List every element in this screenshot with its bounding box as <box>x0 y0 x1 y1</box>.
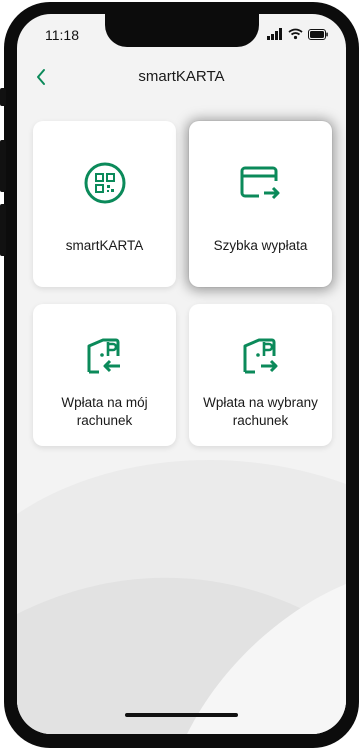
tile-wplata-na-moj-rachunek[interactable]: Wpłata na mój rachunek <box>33 304 176 446</box>
signal-icon <box>267 28 282 40</box>
status-icons <box>267 27 328 41</box>
wifi-icon <box>288 28 303 40</box>
side-button <box>0 88 6 106</box>
tile-label: smartKARTA <box>65 238 144 253</box>
side-button <box>0 140 6 192</box>
status-time: 11:18 <box>45 27 79 43</box>
atm-deposit-own-icon <box>87 338 120 374</box>
app-screen: 11:18 smartKARTA smartKARTA Szybka wypła… <box>17 14 346 734</box>
tile-wplata-na-wybrany-rachunek[interactable]: Wpłata na wybrany rachunek <box>189 304 332 446</box>
phone-notch <box>105 14 259 47</box>
tile-label: Szybka wypłata <box>213 238 308 253</box>
page-title: smartKARTA <box>138 68 225 85</box>
tile-smartkarta[interactable]: smartKARTA <box>33 121 176 287</box>
home-indicator[interactable] <box>125 713 238 717</box>
card-withdraw-icon <box>240 166 279 200</box>
tile-szybka-wyplata[interactable]: Szybka wypłata <box>189 121 332 287</box>
atm-deposit-other-icon <box>243 338 277 374</box>
header: smartKARTA <box>17 58 346 98</box>
tile-label: Wpłata na mój rachunek <box>61 395 148 428</box>
tile-label: Wpłata na wybrany rachunek <box>203 395 318 428</box>
qr-code-icon <box>84 162 125 204</box>
battery-icon <box>308 28 328 40</box>
side-button <box>0 204 6 256</box>
